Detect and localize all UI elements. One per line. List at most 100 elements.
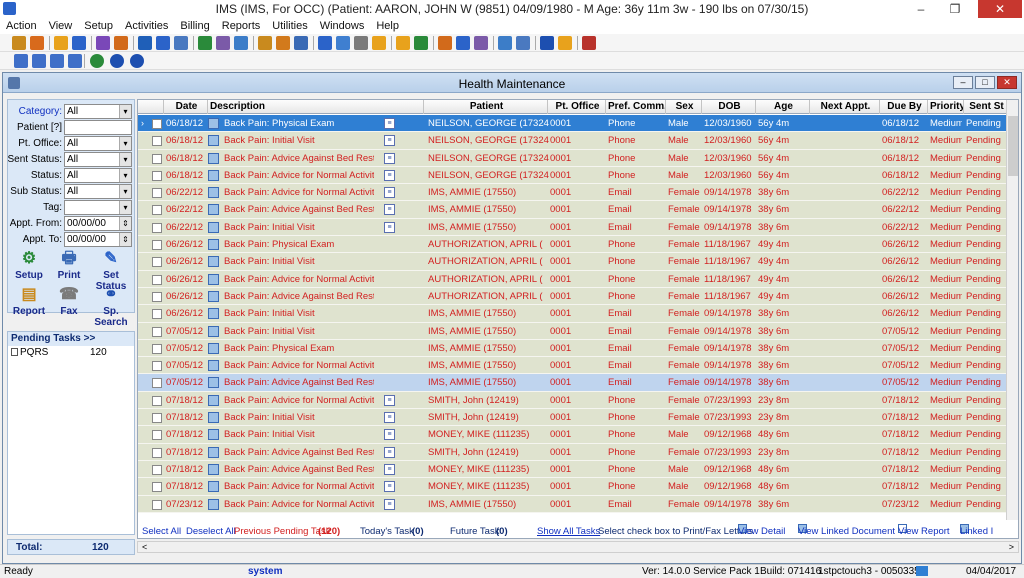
column-header-dob[interactable]: DOB bbox=[702, 100, 756, 114]
row-checkbox[interactable] bbox=[152, 395, 162, 406]
row-checkbox[interactable] bbox=[152, 309, 162, 320]
sp-search-button[interactable]: ⚭ Sp. Search bbox=[89, 285, 133, 328]
menu-action[interactable]: Action bbox=[0, 18, 43, 34]
vertical-scrollbar[interactable] bbox=[1006, 100, 1018, 520]
next-record-icon[interactable] bbox=[50, 54, 64, 68]
report-button[interactable]: ▤ Report bbox=[7, 285, 51, 317]
table-row[interactable]: ≡ 07/18/12 Back Pain: Advice Against Bed R… bbox=[138, 443, 1008, 461]
tools-icon[interactable] bbox=[276, 36, 290, 50]
column-header-next[interactable]: Next Appt. bbox=[810, 100, 880, 114]
lab-icon[interactable] bbox=[114, 36, 128, 50]
list-icon[interactable] bbox=[516, 36, 530, 50]
row-checkbox[interactable] bbox=[152, 257, 162, 268]
menu-help[interactable]: Help bbox=[370, 18, 405, 34]
scroll-left-icon[interactable]: < bbox=[142, 542, 147, 552]
future-task-link[interactable]: Future Task bbox=[450, 524, 499, 538]
scroll-thumb[interactable] bbox=[1008, 116, 1018, 176]
task-document-icon[interactable] bbox=[208, 187, 219, 199]
row-checkbox[interactable] bbox=[152, 291, 162, 302]
table-row[interactable]: 06/26/12 Back Pain: Physical Exam AUTHORIZ… bbox=[138, 236, 1008, 254]
filter-field[interactable]: All ▾ bbox=[64, 104, 132, 119]
chevron-down-icon[interactable]: ▾ bbox=[119, 105, 131, 118]
fax-icon[interactable] bbox=[354, 36, 368, 50]
show-all-tasks-link[interactable]: Show All Tasks bbox=[537, 524, 600, 538]
fax-button[interactable]: ☎ Fax bbox=[47, 285, 91, 317]
task-document-icon[interactable] bbox=[208, 239, 219, 251]
task-document-icon[interactable] bbox=[208, 446, 219, 458]
table-row[interactable]: ≡ 07/18/12 Back Pain: Initial Visit MONEY, … bbox=[138, 426, 1008, 444]
row-checkbox[interactable] bbox=[152, 378, 162, 389]
lock-icon[interactable] bbox=[558, 36, 572, 50]
menu-utilities[interactable]: Utilities bbox=[266, 18, 313, 34]
report-icon[interactable]: ≡ bbox=[384, 204, 395, 216]
report-icon[interactable]: ≡ bbox=[384, 446, 395, 458]
task-document-icon[interactable] bbox=[208, 412, 219, 424]
last-record-icon[interactable] bbox=[68, 54, 82, 68]
group-icon[interactable] bbox=[216, 36, 230, 50]
filter-field[interactable]: 00/00/00 ⇕ bbox=[64, 216, 132, 231]
report-icon[interactable]: ≡ bbox=[384, 187, 395, 199]
row-checkbox[interactable] bbox=[152, 464, 162, 475]
table-row[interactable]: 06/26/12 Back Pain: Initial Visit AUTHORIZ… bbox=[138, 253, 1008, 271]
filter-label[interactable]: Category: bbox=[19, 106, 62, 117]
table-row[interactable]: ≡ 07/23/12 Back Pain: Advice for Normal Ac… bbox=[138, 495, 1008, 513]
mdi-close-button[interactable]: ✕ bbox=[997, 76, 1017, 89]
row-checkbox[interactable] bbox=[152, 430, 162, 441]
stop-icon[interactable] bbox=[130, 54, 144, 68]
task-document-icon[interactable] bbox=[208, 429, 219, 441]
pending-tasks-header[interactable]: Pending Tasks >> bbox=[8, 332, 134, 346]
task-document-icon[interactable] bbox=[208, 308, 219, 320]
column-header-age[interactable]: Age bbox=[756, 100, 810, 114]
menu-windows[interactable]: Windows bbox=[314, 18, 371, 34]
report-icon[interactable]: ≡ bbox=[384, 135, 395, 147]
minimize-button[interactable]: – bbox=[906, 0, 936, 18]
row-checkbox[interactable] bbox=[152, 119, 162, 129]
table-row[interactable]: 07/05/12 Back Pain: Initial Visit IMS, AMM… bbox=[138, 322, 1008, 340]
task-document-icon[interactable] bbox=[208, 342, 219, 354]
table-row[interactable]: 07/05/12 Back Pain: Advice Against Bed Re… bbox=[138, 374, 1008, 392]
table-row[interactable]: ≡ 06/22/12 Back Pain: Initial Visit IMS, AM… bbox=[138, 218, 1008, 237]
filter-field[interactable]: All ▾ bbox=[64, 136, 132, 151]
task-document-icon[interactable] bbox=[208, 118, 219, 129]
transfer-icon[interactable] bbox=[474, 36, 488, 50]
folder-icon[interactable] bbox=[54, 36, 68, 50]
table-row[interactable]: ≡ 06/18/12 Back Pain: Advice for Normal Ac… bbox=[138, 166, 1008, 185]
restore-button[interactable]: ❐ bbox=[940, 0, 970, 18]
column-header-sent[interactable]: Sent St bbox=[964, 100, 1008, 114]
graph-icon[interactable] bbox=[414, 36, 428, 50]
row-checkbox[interactable] bbox=[152, 361, 162, 372]
report-icon[interactable]: ≡ bbox=[384, 412, 395, 424]
previous-pending-task-link[interactable]: Previous Pending Task bbox=[234, 524, 330, 538]
report-icon[interactable]: ≡ bbox=[384, 481, 395, 493]
menu-billing[interactable]: Billing bbox=[174, 18, 215, 34]
report-icon[interactable]: ≡ bbox=[384, 429, 395, 441]
table-row[interactable]: 07/05/12 Back Pain: Physical Exam IMS, AMM… bbox=[138, 339, 1008, 358]
task-document-icon[interactable] bbox=[208, 152, 219, 164]
print-icon[interactable] bbox=[294, 36, 308, 50]
filter-field[interactable]: All ▾ bbox=[64, 168, 132, 183]
task-document-icon[interactable] bbox=[208, 498, 219, 510]
row-checkbox[interactable] bbox=[152, 343, 162, 354]
report-icon[interactable]: ≡ bbox=[384, 463, 395, 475]
menu-view[interactable]: View bbox=[43, 18, 79, 34]
column-header-priority[interactable]: Priority bbox=[928, 100, 964, 114]
table-row[interactable]: ≡ 07/18/12 Back Pain: Advice Against Bed R… bbox=[138, 460, 1008, 479]
edit-icon[interactable] bbox=[318, 36, 332, 50]
setup-button[interactable]: ⚙ Setup bbox=[7, 249, 51, 281]
table-row[interactable]: ≡ 06/18/12 Back Pain: Initial Visit NEILSON… bbox=[138, 132, 1008, 150]
horizontal-scrollbar[interactable]: < > bbox=[137, 541, 1019, 553]
todays-task-link[interactable]: Today's Task bbox=[360, 524, 414, 538]
task-document-icon[interactable] bbox=[208, 360, 219, 372]
row-checkbox[interactable] bbox=[152, 136, 162, 147]
patient-icon[interactable] bbox=[12, 36, 26, 50]
mdi-maximize-button[interactable]: □ bbox=[975, 76, 995, 89]
spinner-icon[interactable]: ⇕ bbox=[119, 217, 131, 230]
shield-icon[interactable] bbox=[138, 36, 152, 50]
column-header-desc[interactable]: Description bbox=[208, 100, 424, 114]
table-row[interactable]: › ≡ 06/18/12 Back Pain: Physical Exam NEILSO… bbox=[138, 115, 1008, 133]
task-document-icon[interactable] bbox=[208, 290, 219, 302]
table-row[interactable]: ≡ 07/18/12 Back Pain: Advice for Normal Ac… bbox=[138, 391, 1008, 410]
close-button[interactable]: ✕ bbox=[978, 0, 1022, 18]
recycle-icon[interactable] bbox=[198, 36, 212, 50]
chevron-down-icon[interactable]: ▾ bbox=[119, 137, 131, 150]
